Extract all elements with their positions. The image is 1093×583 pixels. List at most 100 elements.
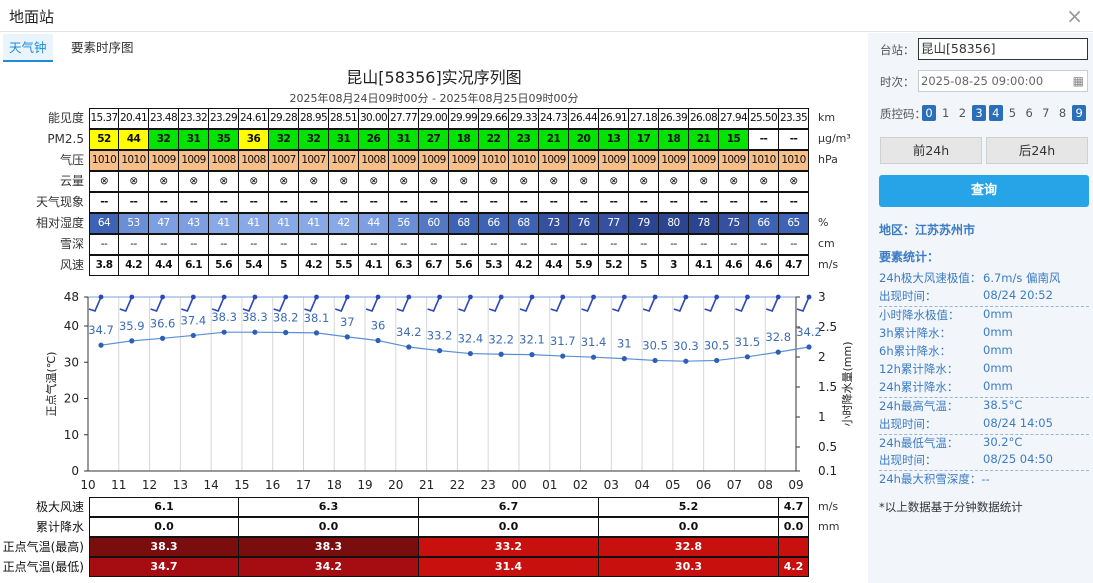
grid-cell: 77 <box>599 213 629 234</box>
tab-element-series[interactable]: 要素时序图 <box>65 34 140 62</box>
grid-cell: -- <box>239 192 269 213</box>
temperature-label: 36 <box>371 319 386 333</box>
grid-cell: -- <box>779 129 809 150</box>
grid-cell: 28.51 <box>329 108 359 129</box>
qc-code-4[interactable]: 4 <box>988 105 1003 121</box>
tab-weather-clock[interactable]: 天气钟 <box>3 34 53 62</box>
grid-cell: -- <box>659 234 689 255</box>
grid-cell: ⊗ <box>209 171 239 192</box>
calendar-icon[interactable]: ▦ <box>1073 71 1084 91</box>
grid-cell: -- <box>359 234 389 255</box>
stat-item: 6h累计降水： 0mm <box>879 343 1089 361</box>
summary-cell: 30.3 <box>599 557 779 577</box>
grid-cell: 5 <box>629 255 659 276</box>
grid-row-label: 风速 <box>59 258 84 272</box>
y-tick-label: 30 <box>64 355 79 369</box>
grid-cell: 5.3 <box>479 255 509 276</box>
temperature-point <box>283 329 289 336</box>
grid-cell: -- <box>689 192 719 213</box>
time-field[interactable]: 2025-08-25 09:00:00 ▦ <box>918 70 1088 92</box>
temperature-point <box>375 337 381 344</box>
qc-code-1[interactable]: 1 <box>939 105 953 121</box>
summary-cell: 6.3 <box>239 497 419 517</box>
grid-cell: 79 <box>629 213 659 234</box>
qc-code-7[interactable]: 7 <box>1039 105 1053 121</box>
grid-cell: 25.50 <box>749 108 779 129</box>
qc-code-9[interactable]: 9 <box>1072 105 1087 121</box>
x-tick-label: 20 <box>388 478 403 490</box>
temperature-label: 30.5 <box>704 338 730 352</box>
station-field[interactable]: 昆山[58356] <box>918 38 1088 60</box>
temperature-label: 31 <box>617 337 632 351</box>
qc-code-6[interactable]: 6 <box>1022 105 1036 121</box>
grid-cell: 80 <box>659 213 689 234</box>
summary-cell: 31.4 <box>419 557 599 577</box>
temperature-point <box>159 335 166 341</box>
grid-cell: 13 <box>599 129 629 150</box>
grid-row-label: 云量 <box>59 174 84 188</box>
summary-cell: 0.0 <box>779 517 809 537</box>
qc-code-0[interactable]: 0 <box>922 105 936 121</box>
stat-value: 0mm <box>983 307 1013 322</box>
right-panel: 台站： 昆山[58356] 时次： 2025-08-25 09:00:00 ▦ … <box>868 33 1093 583</box>
grid-cell: -- <box>119 192 149 213</box>
grid-cell: 5.9 <box>569 255 599 276</box>
grid-cell: 65 <box>779 213 809 234</box>
close-icon[interactable]: × <box>1066 4 1083 28</box>
grid-cell: 24.61 <box>239 108 269 129</box>
grid-cell: ⊗ <box>149 171 179 192</box>
stat-item: 小时降水极值： 0mm <box>879 306 1089 324</box>
grid-cell: ⊗ <box>629 171 659 192</box>
stat-item: 24h最高气温： 38.5°C <box>879 397 1089 415</box>
temperature-label: 37.4 <box>181 313 207 327</box>
grid-cell: ⊗ <box>239 171 269 192</box>
y-tick-label: 20 <box>64 392 79 406</box>
x-tick-label: 00 <box>511 478 526 490</box>
grid-cell: 1009 <box>419 150 449 171</box>
grid-cell: -- <box>749 192 779 213</box>
summary-cell: 4.7 <box>779 497 809 517</box>
temperature-chart: 10 11 12 13 14 15 16 17 18 19 20 21 22 23 00 01 02 03 04 05… <box>44 290 854 490</box>
x-tick-label: 08 <box>758 478 773 490</box>
query-button[interactable]: 查询 <box>879 175 1089 207</box>
x-tick-label: 23 <box>481 478 496 490</box>
stat-item: 出现时间： 08/24 20:52 <box>879 288 1089 306</box>
grid-cell: 4.2 <box>509 255 539 276</box>
grid-row: 气压 1010 1010 1009 1009 1008 1008 1007 1007 1007 10… <box>0 150 868 171</box>
next-24h-button[interactable]: 后24h <box>986 137 1088 164</box>
summary-cell: 0.0 <box>89 517 239 537</box>
y-tick-label: 48 <box>64 290 79 304</box>
grid-cell: 4.2 <box>299 255 329 276</box>
grid-cell: 68 <box>449 213 479 234</box>
grid-cell: 66 <box>749 213 779 234</box>
grid-cell: 36 <box>239 129 269 150</box>
wind-barb <box>519 296 533 312</box>
wind-barb <box>181 296 195 312</box>
summary-row-unit: mm <box>818 520 840 533</box>
prev-24h-button[interactable]: 前24h <box>880 137 982 164</box>
grid-cell: 31 <box>179 129 209 150</box>
grid-row: PM2.5 52 44 32 31 35 36 32 32 31 26 31 27 18 22 23 21 20 1… <box>0 129 868 150</box>
grid-cell: 32 <box>299 129 329 150</box>
stat-value: 0mm <box>983 379 1013 394</box>
grid-cell: 43 <box>179 213 209 234</box>
grid-cell: 4.6 <box>749 255 779 276</box>
grid-cell: 52 <box>89 129 119 150</box>
grid-row: 相对湿度 64 53 47 43 41 41 41 41 42 44 56 60 68 66 68 73 76 77… <box>0 213 868 234</box>
wind-barb <box>796 296 810 312</box>
grid-cell: 15 <box>719 129 749 150</box>
grid-cell: 1009 <box>179 150 209 171</box>
qc-code-5[interactable]: 5 <box>1005 105 1019 121</box>
temperature-label: 36.6 <box>150 316 176 330</box>
grid-cell: 1010 <box>479 150 509 171</box>
wind-barb <box>427 296 441 312</box>
y-tick-label: 10 <box>64 428 79 442</box>
grid-cell: ⊗ <box>779 171 809 192</box>
qc-code-2[interactable]: 2 <box>955 105 969 121</box>
qc-code-8[interactable]: 8 <box>1056 105 1070 121</box>
qc-code-3[interactable]: 3 <box>972 105 987 121</box>
grid-cell: 29.66 <box>479 108 509 129</box>
grid-cell: 1009 <box>599 150 629 171</box>
summary-cell: 0.0 <box>239 517 419 537</box>
grid-cell: -- <box>329 234 359 255</box>
